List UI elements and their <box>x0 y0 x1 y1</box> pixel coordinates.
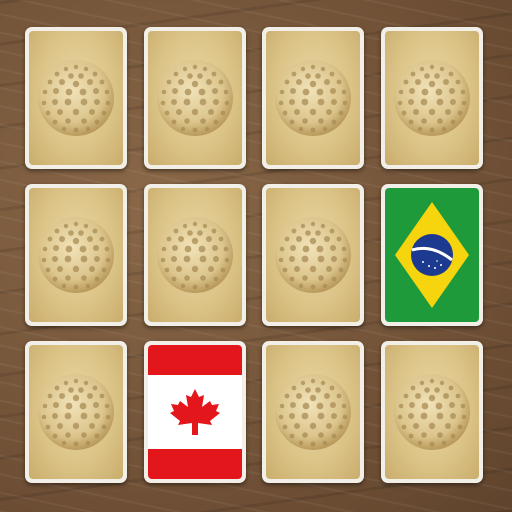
golf-ball-icon <box>36 58 116 138</box>
golf-ball-icon <box>392 372 472 452</box>
game-board <box>0 0 512 512</box>
card-face-down[interactable] <box>262 27 364 169</box>
card-face-down[interactable] <box>262 184 364 326</box>
golf-ball-icon <box>155 58 235 138</box>
brazil-flag-icon <box>385 188 479 322</box>
golf-ball-icon <box>273 215 353 295</box>
card-face-down[interactable] <box>144 184 246 326</box>
card-canada-flag[interactable] <box>144 341 246 483</box>
card-face-down[interactable] <box>381 341 483 483</box>
card-face-down[interactable] <box>262 341 364 483</box>
card-brazil-flag[interactable] <box>381 184 483 326</box>
card-face-down[interactable] <box>25 341 127 483</box>
card-face-down[interactable] <box>25 27 127 169</box>
golf-ball-icon <box>36 215 116 295</box>
golf-ball-icon <box>36 372 116 452</box>
golf-ball-icon <box>273 58 353 138</box>
golf-ball-icon <box>273 372 353 452</box>
card-face-down[interactable] <box>381 27 483 169</box>
golf-ball-icon <box>155 215 235 295</box>
canada-flag-icon <box>148 345 242 479</box>
golf-ball-icon <box>392 58 472 138</box>
card-face-down[interactable] <box>25 184 127 326</box>
card-face-down[interactable] <box>144 27 246 169</box>
